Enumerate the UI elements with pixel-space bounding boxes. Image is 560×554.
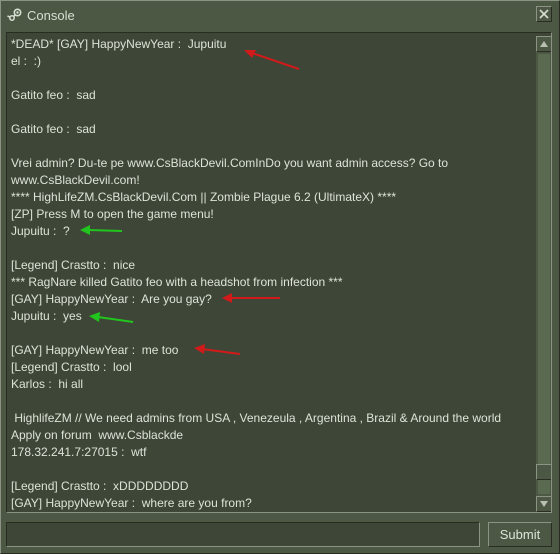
log-line: [GAY] HappyNewYear : Are you gay? [11,292,212,306]
log-line: 178.32.241.7:27015 : wtf [11,445,147,459]
title-bar[interactable]: Console [1,1,559,29]
arrow-up-icon [540,41,548,47]
log-line: Vrei admin? Du-te pe www.CsBlackDevil.Co… [11,156,452,187]
log-line: [GAY] HappyNewYear : where are you from? [11,496,252,510]
log-line: [GAY] HappyNewYear : me too [11,343,179,357]
scroll-track[interactable] [538,54,550,494]
log-line: *DEAD* [GAY] HappyNewYear : Jupuitu [11,37,227,51]
log-line: el : :) [11,54,42,68]
console-window: Console *DEAD* [GAY] HappyNewYear : Jupu… [0,0,560,554]
log-line: Jupuitu : ? [11,224,70,238]
log-line: Gatito feo : sad [11,88,96,102]
log-line: **** HighLifeZM.CsBlackDevil.Com || Zomb… [11,190,397,204]
log-line: [Legend] Crastto : xDDDDDDDD [11,479,189,493]
scroll-thumb[interactable] [536,464,551,480]
log-line: HighlifeZM // We need admins from USA , … [11,411,508,442]
log-line: *** RagNare killed Gatito feo with a hea… [11,275,343,289]
log-text-area: *DEAD* [GAY] HappyNewYear : Jupuitu el : … [11,36,523,512]
log-line: [ZP] Press M to open the game menu! [11,207,214,221]
close-button[interactable] [536,6,552,22]
console-log[interactable]: *DEAD* [GAY] HappyNewYear : Jupuitu el : … [6,32,552,513]
log-line: [Legend] Crastto : lool [11,360,132,374]
log-line: Gatito feo : sad [11,122,96,136]
log-line: [Legend] Crastto : nice [11,258,136,272]
log-line: Karlos : hi all [11,377,84,391]
steam-icon [7,7,23,23]
close-x-icon [539,9,549,19]
command-input[interactable] [6,522,480,547]
submit-button[interactable]: Submit [488,522,552,547]
scroll-down-button[interactable] [536,496,551,512]
log-line: Jupuitu : yes [11,309,82,323]
vertical-scrollbar[interactable] [536,36,551,512]
arrow-down-icon [540,501,548,507]
window-title: Console [27,8,75,23]
scroll-up-button[interactable] [536,36,551,52]
